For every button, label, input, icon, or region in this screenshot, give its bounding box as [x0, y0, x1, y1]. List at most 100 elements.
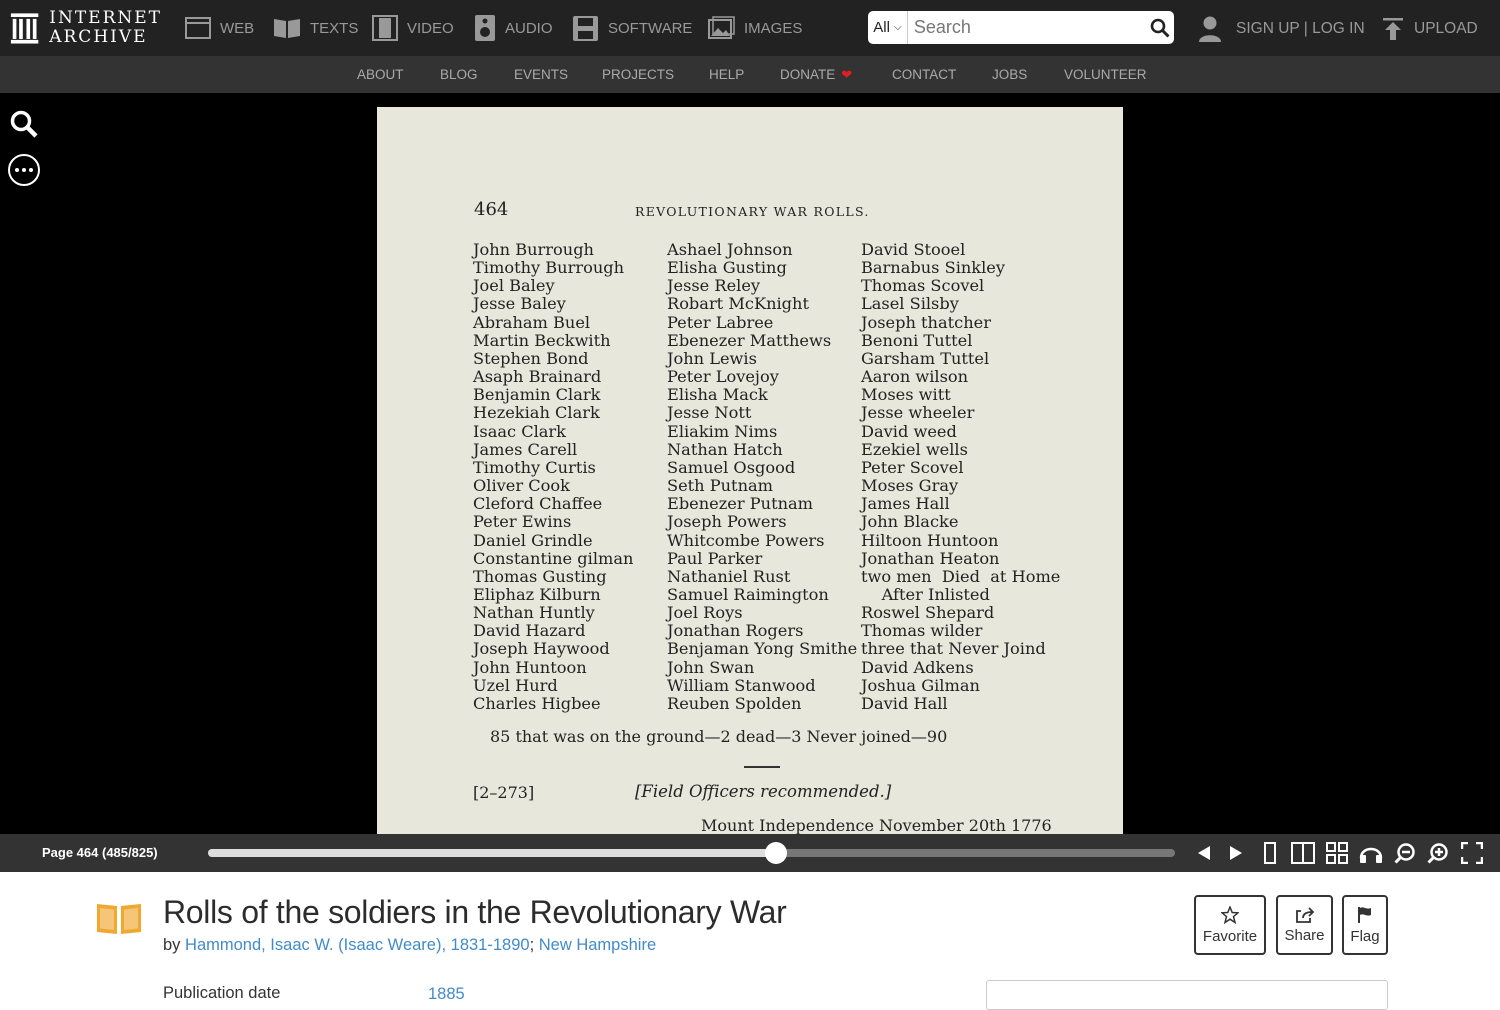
soldier-name: Thomas Scovel: [861, 276, 985, 296]
subnav-jobs[interactable]: JOBS: [992, 56, 1027, 93]
page-slider-fill: [208, 849, 777, 857]
upload-label: UPLOAD: [1414, 19, 1478, 37]
next-page-button[interactable]: [1224, 841, 1248, 865]
soldier-name: John Swan: [667, 657, 755, 677]
previous-page-button[interactable]: [1192, 841, 1216, 865]
nav-video[interactable]: VIDEO: [372, 10, 454, 46]
subnav-help[interactable]: HELP: [709, 56, 744, 93]
soldier-name: Hiltoon Huntoon: [861, 530, 999, 550]
page-slider[interactable]: [208, 842, 1175, 864]
soldier-name: Eliphaz Kilburn: [473, 584, 601, 604]
soldier-name: Elisha Gusting: [667, 258, 787, 278]
soldier-name: Asaph Brainard: [473, 367, 602, 387]
web-browser-icon: [185, 17, 211, 39]
film-strip-icon: [372, 15, 398, 41]
byline-separator: ;: [529, 936, 535, 954]
triangle-right-icon: [1230, 846, 1242, 860]
share-button[interactable]: Share: [1276, 895, 1333, 955]
nav-web[interactable]: WEB: [185, 10, 254, 46]
soldier-name: Robart McKnight: [667, 294, 809, 314]
soldier-name: Aaron wilson: [861, 367, 969, 387]
soldier-name: David Hall: [861, 693, 948, 713]
soldier-name: John Blacke: [861, 512, 959, 532]
soldier-name: Eliakim Nims: [667, 421, 778, 441]
soldier-name: Timothy Curtis: [473, 457, 596, 477]
soldier-name: Daniel Grindle: [473, 530, 593, 550]
author-link[interactable]: Hammond, Isaac W. (Isaac Weare), 1831-18…: [185, 936, 530, 954]
nav-software[interactable]: SOFTWARE: [572, 10, 692, 46]
page-slider-thumb[interactable]: [765, 842, 788, 864]
nav-images-label: IMAGES: [744, 19, 803, 37]
subnav-about[interactable]: ABOUT: [357, 56, 404, 93]
reader-control-bar: Page 464 (485/825): [0, 834, 1500, 872]
page-indicator: Page 464 (485/825): [42, 845, 158, 860]
soldier-name: Whitcombe Powers: [667, 530, 825, 550]
one-page-view-button[interactable]: [1258, 841, 1282, 865]
soldier-name: James Hall: [861, 494, 950, 514]
single-page-icon: [1264, 842, 1276, 864]
sign-up-log-in-link[interactable]: SIGN UP | LOG IN: [1198, 12, 1365, 45]
search-icon: [1150, 18, 1170, 38]
zoom-out-button[interactable]: [1393, 841, 1417, 865]
headphones-icon: [1359, 847, 1383, 863]
soldier-name: David weed: [861, 421, 957, 441]
byline-prefix: by: [163, 936, 181, 954]
soldier-name: Lasel Silsby: [861, 294, 959, 314]
upload-link[interactable]: UPLOAD: [1382, 12, 1478, 45]
soldier-name: James Carell: [473, 439, 578, 459]
subnav-events[interactable]: EVENTS: [514, 56, 568, 93]
names-column-2: Ashael Johnson Elisha Gusting Jesse Reley R…: [667, 240, 858, 713]
chevron-down-icon: ⌵: [893, 22, 902, 33]
soldier-name: Thomas wilder: [861, 621, 983, 641]
soldier-name: Constantine gilman: [473, 548, 634, 568]
more-options-button[interactable]: [7, 153, 41, 187]
soldier-name: Thomas Gusting: [473, 566, 607, 586]
soldier-name: Jesse wheeler: [861, 403, 975, 423]
nav-audio[interactable]: AUDIO: [474, 10, 553, 46]
favorite-button[interactable]: Favorite: [1194, 895, 1266, 955]
nav-web-label: WEB: [220, 19, 255, 37]
soldier-name: David Adkens: [861, 657, 974, 677]
soldier-name: Uzel Hurd: [473, 675, 558, 695]
speaker-icon: [475, 15, 495, 41]
read-aloud-button[interactable]: [1359, 841, 1383, 865]
publication-date-value[interactable]: 1885: [428, 985, 465, 1004]
fullscreen-button[interactable]: [1460, 841, 1484, 865]
soldier-name: Peter Lovejoy: [667, 367, 779, 387]
dateline: Mount Independence November 20th 1776: [701, 816, 1052, 834]
soldier-name: Joseph Powers: [667, 512, 787, 532]
item-sidebar-panel: [986, 980, 1388, 1010]
subnav-volunteer[interactable]: VOLUNTEER: [1064, 56, 1147, 93]
subnav-blog[interactable]: BLOG: [440, 56, 478, 93]
search-bar: All ⌵: [868, 11, 1174, 44]
flag-button[interactable]: Flag: [1342, 895, 1388, 955]
internet-archive-logo[interactable]: INTERNET ARCHIVE: [10, 8, 162, 48]
summary-line: 85 that was on the ground—2 dead—3 Never…: [490, 727, 948, 746]
search-button[interactable]: [1146, 11, 1174, 44]
nav-images[interactable]: IMAGES: [708, 10, 802, 46]
reference-number: [2–273]: [473, 783, 535, 802]
place-link[interactable]: New Hampshire: [539, 936, 656, 954]
thumbnail-view-button[interactable]: [1325, 841, 1349, 865]
search-scope-select[interactable]: All ⌵: [868, 11, 908, 44]
soldier-name: Roswel Shepard: [861, 603, 995, 623]
soldier-name: John Lewis: [667, 348, 757, 368]
soldier-name: Stephen Bond: [473, 348, 589, 368]
zoom-in-button[interactable]: [1426, 841, 1450, 865]
soldier-name: Ebenezer Matthews: [667, 330, 832, 350]
nav-audio-label: AUDIO: [505, 19, 553, 37]
book-search-button[interactable]: [8, 108, 40, 140]
soldier-name: Ebenezer Putnam: [667, 494, 814, 514]
two-page-view-button[interactable]: [1291, 841, 1315, 865]
search-input[interactable]: [907, 12, 1146, 43]
soldier-name: Benjaman Yong Smithe: [667, 639, 858, 659]
subnav-contact[interactable]: CONTACT: [892, 56, 956, 93]
nav-texts[interactable]: TEXTS: [273, 10, 358, 46]
subnav-projects[interactable]: PROJECTS: [602, 56, 674, 93]
image-icon: [708, 16, 735, 39]
subnav-donate[interactable]: DONATE ❤: [780, 56, 852, 93]
top-navigation-bar: INTERNET ARCHIVE WEB TEXTS VIDEO AUDIO S…: [0, 0, 1500, 56]
secondary-navigation: ABOUT BLOG EVENTS PROJECTS HELP DONATE ❤ …: [0, 56, 1500, 93]
soldier-name: Ashael Johnson: [667, 240, 793, 259]
more-dots-icon: [8, 154, 40, 186]
